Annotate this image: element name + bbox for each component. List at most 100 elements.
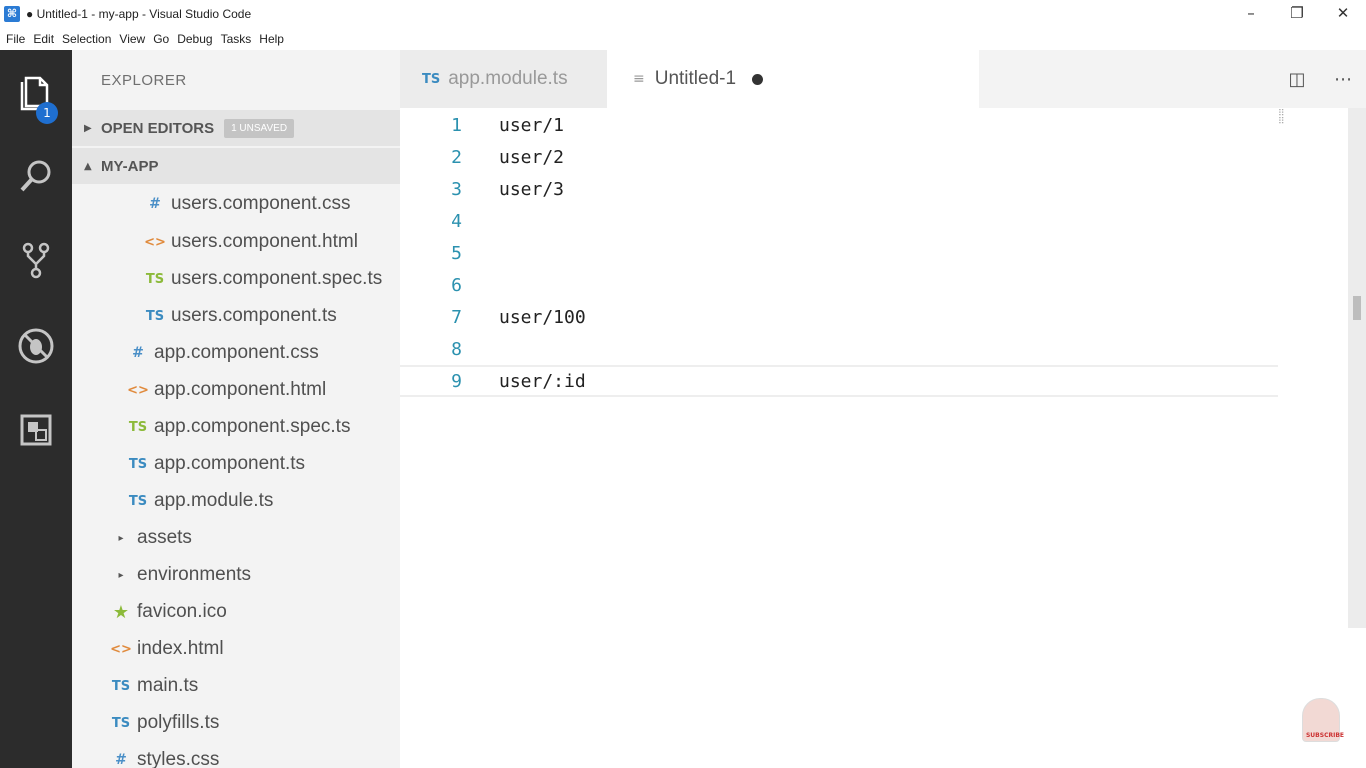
line-number: 7: [451, 306, 462, 328]
line-text[interactable]: user/3: [499, 179, 564, 200]
tab-label: Untitled-1: [654, 68, 737, 89]
line-number: 1: [451, 114, 462, 136]
code-editor[interactable]: 1 user/1 2 user/2 3 user/3 4 5 6 7 user/100 …: [400, 108, 1366, 768]
title-bar: ⌘ ● Untitled-1 - my-app - Visual Studio …: [0, 0, 1366, 28]
source-control-icon[interactable]: [0, 224, 72, 296]
explorer-badge: 1: [36, 102, 58, 124]
file-item[interactable]: # users.component.css: [144, 188, 350, 220]
explorer-icon[interactable]: 1: [0, 56, 72, 128]
restore-button[interactable]: ❐: [1274, 0, 1320, 28]
folder-item[interactable]: ▸ environments: [110, 559, 251, 591]
line-text[interactable]: user/:id: [499, 371, 586, 392]
file-item[interactable]: # app.component.css: [127, 337, 319, 369]
file-name: main.ts: [137, 675, 199, 696]
tab-app-module[interactable]: TS app.module.ts: [400, 50, 607, 108]
chevron-right-icon: ▶: [84, 122, 92, 134]
code-line: 3 user/3: [400, 173, 1280, 205]
open-editors-header[interactable]: ▶ OPEN EDITORS 1 UNSAVED: [72, 110, 400, 146]
menu-help[interactable]: Help: [259, 32, 284, 46]
line-text[interactable]: user/100: [499, 307, 586, 328]
menu-bar: File Edit Selection View Go Debug Tasks …: [0, 28, 1366, 50]
menu-tasks[interactable]: Tasks: [221, 32, 252, 46]
ts-spec-file-icon: TS: [145, 271, 165, 287]
line-text[interactable]: user/1: [499, 115, 564, 136]
ts-spec-file-icon: TS: [128, 419, 148, 435]
folder-name: assets: [137, 527, 192, 548]
file-item[interactable]: TS polyfills.ts: [110, 707, 219, 739]
line-text[interactable]: user/2: [499, 147, 564, 168]
activity-bar: 1: [0, 50, 72, 768]
chevron-right-icon: ▸: [118, 532, 124, 544]
scrollbar-thumb[interactable]: [1353, 296, 1361, 320]
file-name: users.component.ts: [171, 305, 337, 326]
line-number: 4: [451, 210, 462, 232]
html-file-icon: <>: [144, 234, 166, 250]
tab-label: app.module.ts: [448, 68, 568, 89]
explorer-sidebar: EXPLORER ▶ OPEN EDITORS 1 UNSAVED ▲ MY-A…: [72, 50, 400, 768]
window-title: ● Untitled-1 - my-app - Visual Studio Co…: [26, 7, 252, 21]
file-name: app.module.ts: [154, 490, 274, 511]
split-editor-icon[interactable]: ◫: [1274, 69, 1320, 90]
tab-untitled-1[interactable]: ≡ Untitled-1: [607, 50, 979, 108]
star-icon: ★: [112, 601, 130, 623]
debug-icon[interactable]: [0, 310, 72, 382]
file-item[interactable]: TS app.component.ts: [127, 448, 305, 480]
folder-item[interactable]: ▸ assets: [110, 522, 192, 554]
file-item[interactable]: TS main.ts: [110, 670, 198, 702]
vscode-logo-icon: ⌘: [4, 6, 20, 22]
line-number: 3: [451, 178, 462, 200]
unsaved-dot-icon[interactable]: [752, 73, 764, 85]
file-item[interactable]: TS users.component.spec.ts: [144, 263, 382, 295]
file-item[interactable]: TS users.component.ts: [144, 300, 337, 332]
ts-file-icon: TS: [422, 71, 441, 87]
line-number: 9: [451, 370, 462, 392]
unsaved-badge: 1 UNSAVED: [224, 118, 295, 138]
minimize-button[interactable]: –: [1228, 0, 1274, 28]
file-item[interactable]: TS app.module.ts: [127, 485, 273, 517]
file-name: favicon.ico: [137, 601, 227, 622]
ts-file-icon: TS: [128, 493, 148, 509]
close-button[interactable]: ✕: [1320, 0, 1366, 28]
file-item[interactable]: <> index.html: [110, 633, 224, 665]
file-item[interactable]: <> users.component.html: [144, 226, 358, 258]
chevron-right-icon: ▸: [118, 569, 124, 581]
my-app-header[interactable]: ▲ MY-APP: [72, 148, 400, 184]
search-icon[interactable]: [0, 140, 72, 212]
css-file-icon: #: [149, 196, 161, 212]
file-name: users.component.html: [171, 231, 358, 252]
file-item[interactable]: TS app.component.spec.ts: [127, 411, 351, 443]
line-number: 6: [451, 274, 462, 296]
file-item[interactable]: <> app.component.html: [127, 374, 326, 406]
code-line: 7 user/100: [400, 301, 1280, 333]
folder-name: environments: [137, 564, 252, 585]
menu-go[interactable]: Go: [153, 32, 169, 46]
file-item[interactable]: ★ favicon.ico: [110, 596, 227, 628]
file-name: polyfills.ts: [137, 712, 220, 733]
html-file-icon: <>: [127, 382, 149, 398]
file-name: index.html: [137, 638, 224, 659]
more-actions-icon[interactable]: ⋯: [1320, 69, 1366, 90]
file-item[interactable]: # styles.css: [110, 744, 219, 768]
subscribe-watermark: SUBSCRIBE: [1305, 732, 1344, 739]
menu-view[interactable]: View: [119, 32, 145, 46]
sidebar-title: EXPLORER: [101, 72, 187, 89]
window-controls: – ❐ ✕: [1228, 0, 1366, 28]
extensions-icon[interactable]: [0, 394, 72, 466]
menu-edit[interactable]: Edit: [33, 32, 54, 46]
ts-file-icon: TS: [128, 456, 148, 472]
code-line: 2 user/2: [400, 141, 1280, 173]
text-file-icon: ≡: [633, 71, 645, 87]
file-name: app.component.ts: [154, 453, 306, 474]
file-name: users.component.spec.ts: [171, 268, 383, 289]
file-name: styles.css: [137, 749, 220, 768]
code-line: 6: [400, 269, 1280, 301]
minimap[interactable]: ⠿ ⠿: [1278, 110, 1285, 127]
menu-file[interactable]: File: [6, 32, 25, 46]
html-file-icon: <>: [110, 641, 132, 657]
menu-selection[interactable]: Selection: [62, 32, 111, 46]
project-label: MY-APP: [101, 157, 159, 175]
vertical-scrollbar[interactable]: [1348, 108, 1366, 628]
menu-debug[interactable]: Debug: [177, 32, 212, 46]
editor-tab-bar: TS app.module.ts ≡ Untitled-1 ◫ ⋯: [400, 50, 1366, 108]
code-line: 5: [400, 237, 1280, 269]
